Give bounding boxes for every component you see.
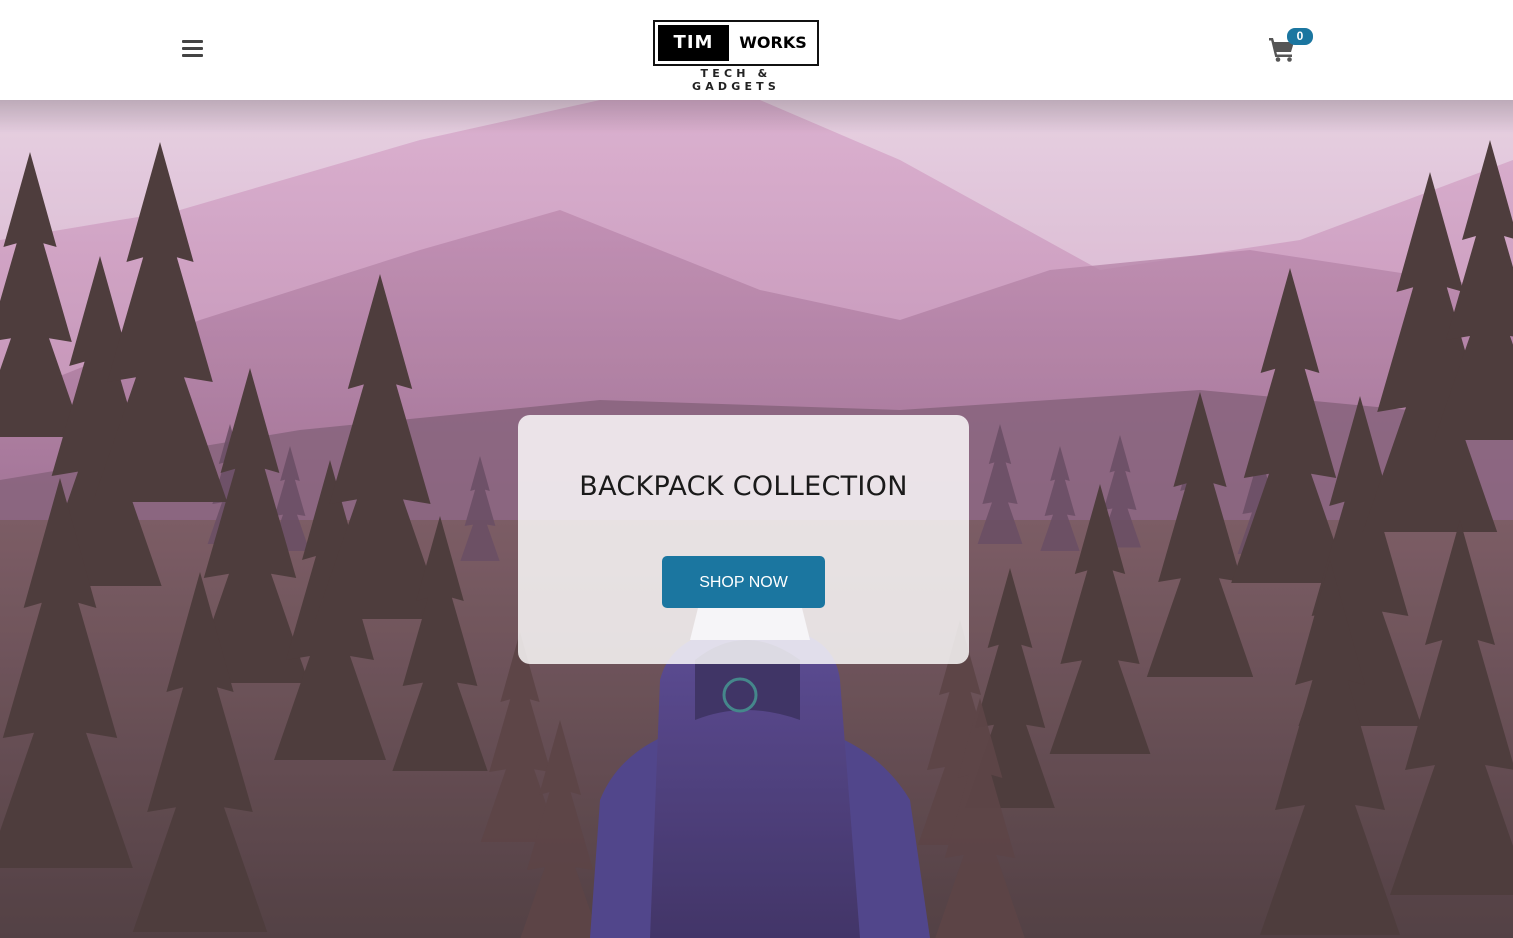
logo-frame: TIM WORKS (653, 20, 819, 66)
hero-banner: BACKPACK COLLECTION SHOP NOW (0, 100, 1513, 938)
brand-logo[interactable]: TIM WORKS TECH & GADGETS (653, 20, 819, 93)
logo-left-word: TIM (658, 25, 729, 61)
menu-bar (182, 40, 203, 43)
logo-tagline: TECH & GADGETS (691, 67, 781, 93)
menu-bar (182, 54, 203, 57)
nav-shadow (0, 100, 1513, 134)
menu-bar (182, 47, 203, 50)
cart-button[interactable]: 0 (1268, 28, 1316, 68)
logo-right-word: WORKS (739, 33, 807, 52)
promo-title: BACKPACK COLLECTION (579, 471, 908, 502)
hamburger-menu-icon[interactable] (180, 37, 206, 61)
top-navbar: TIM WORKS TECH & GADGETS 0 (0, 0, 1513, 100)
cart-count-badge: 0 (1287, 28, 1313, 45)
promo-card: BACKPACK COLLECTION SHOP NOW (518, 415, 969, 664)
shop-now-button[interactable]: SHOP NOW (662, 556, 825, 608)
